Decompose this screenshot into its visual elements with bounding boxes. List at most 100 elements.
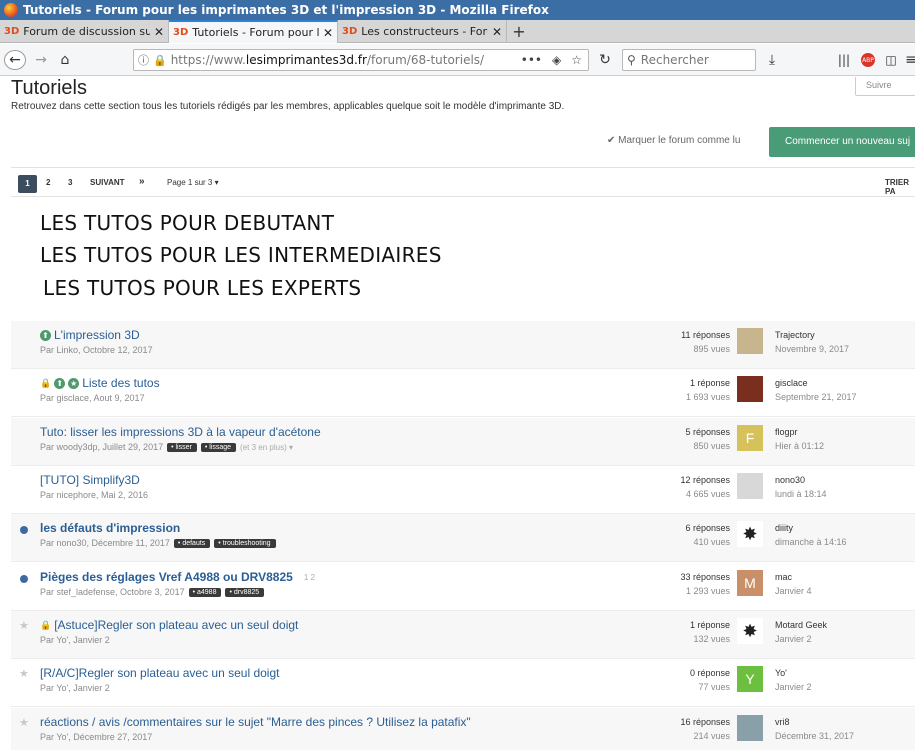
topic-title-link[interactable]: les défauts d'impression <box>40 521 180 535</box>
follow-button[interactable]: Suivre <box>855 77 915 96</box>
close-tab-icon[interactable]: ✕ <box>154 25 164 39</box>
close-tab-icon[interactable]: ✕ <box>323 26 333 40</box>
tab-forum-discussion[interactable]: 3D Forum de discussion sur ✕ <box>0 20 169 43</box>
topic-title-link[interactable]: ⬆ L'impression 3D <box>40 328 140 342</box>
last-post-date[interactable]: Janvier 2 <box>775 632 827 646</box>
tab-constructeurs[interactable]: 3D Les constructeurs - Foru ✕ <box>338 20 507 43</box>
topic-row[interactable]: les défauts d'impression Par nono30, Déce… <box>11 514 915 562</box>
menu-icon[interactable]: ≡ <box>905 50 915 70</box>
avatar[interactable] <box>737 473 763 499</box>
topic-stats: 1 réponse 1 693 vues <box>686 376 730 404</box>
topic-title-link[interactable]: 🔒 [Astuce]Regler son plateau avec un seul… <box>40 618 298 632</box>
avatar[interactable]: F <box>737 425 763 451</box>
page-1-current[interactable]: 1 <box>18 175 37 193</box>
last-poster-name[interactable]: nono30 <box>775 473 827 487</box>
topic-tag[interactable]: defauts <box>173 538 211 548</box>
topic-page-links[interactable]: 1 2 <box>304 573 315 582</box>
bookmark-star-icon[interactable]: ☆ <box>571 53 582 67</box>
last-poster-name[interactable]: Motard Geek <box>775 618 827 632</box>
url-scheme: https://www. <box>170 53 246 67</box>
topic-title-link[interactable]: réactions / avis /commentaires sur le su… <box>40 715 471 729</box>
topic-row[interactable]: [TUTO] Simplify3D Par nicephore, Mai 2, 2… <box>11 466 915 514</box>
avatar[interactable]: M <box>737 570 763 596</box>
next-page-link[interactable]: SUIVANT <box>90 178 125 187</box>
topic-title-link[interactable]: 🔒 ⬆ ★ Liste des tutos <box>40 376 160 390</box>
last-post-date[interactable]: Hier à 01:12 <box>775 439 824 453</box>
avatar[interactable] <box>737 715 763 741</box>
last-poster-name[interactable]: vri8 <box>775 715 854 729</box>
avatar[interactable] <box>737 328 763 354</box>
last-post-date[interactable]: Novembre 9, 2017 <box>775 342 849 356</box>
last-poster-name[interactable]: Yo' <box>775 666 812 680</box>
overlay-line-expert: LES TUTOS POUR LES EXPERTS <box>43 276 362 300</box>
site-info-icon[interactable]: ⓘ <box>138 52 149 68</box>
topic-row[interactable]: 🔒 ⬆ ★ Liste des tutos Par gisclace, Aout 9, … <box>11 369 915 417</box>
topic-title-link[interactable]: [TUTO] Simplify3D <box>40 473 140 487</box>
topic-title-link[interactable]: [R/A/C]Regler son plateau avec un seul d… <box>40 666 279 680</box>
page-actions-icon[interactable]: ••• <box>521 53 542 67</box>
reply-count: 5 réponses <box>685 427 730 437</box>
page-2-link[interactable]: 2 <box>46 178 50 187</box>
forward-icon[interactable]: → <box>32 50 50 70</box>
view-count: 132 vues <box>693 634 730 644</box>
new-tab-icon[interactable]: + <box>507 20 531 42</box>
search-box[interactable]: ⚲ Rechercher <box>622 49 756 71</box>
avatar[interactable]: ✸ <box>737 521 763 547</box>
topic-tag[interactable]: lissage <box>200 442 237 452</box>
view-count: 1 293 vues <box>685 586 730 596</box>
avatar[interactable] <box>737 376 763 402</box>
star-icon[interactable]: ★ <box>19 716 29 729</box>
topic-tag[interactable]: lisser <box>167 442 197 452</box>
topic-row[interactable]: ★ [R/A/C]Regler son plateau avec un seul … <box>11 659 915 707</box>
last-poster-name[interactable]: flogpr <box>775 425 824 439</box>
close-tab-icon[interactable]: ✕ <box>492 25 502 39</box>
star-icon[interactable]: ★ <box>19 667 29 680</box>
topic-row[interactable]: ★ réactions / avis /commentaires sur le s… <box>11 708 915 750</box>
page-3-link[interactable]: 3 <box>68 178 72 187</box>
star-icon[interactable]: ★ <box>19 619 29 632</box>
last-post-date[interactable]: lundi à 18:14 <box>775 487 827 501</box>
page-jump-dropdown[interactable]: Page 1 sur 3 ▾ <box>167 178 219 187</box>
back-icon[interactable]: ← <box>4 50 26 70</box>
last-post-date[interactable]: Septembre 21, 2017 <box>775 390 857 404</box>
avatar[interactable]: ✸ <box>737 618 763 644</box>
last-post-date[interactable]: Janvier 2 <box>775 680 812 694</box>
last-post-date[interactable]: Décembre 31, 2017 <box>775 729 854 743</box>
sidebar-icon[interactable]: ◫ <box>884 50 898 70</box>
topic-title-link[interactable]: Pièges des réglages Vref A4988 ou DRV882… <box>40 570 315 584</box>
topic-stats: 33 réponses 1 293 vues <box>680 570 730 598</box>
new-topic-button[interactable]: Commencer un nouveau suj <box>769 127 915 157</box>
last-poster-name[interactable]: Trajectory <box>775 328 849 342</box>
mark-read-link[interactable]: ✔ Marquer le forum comme lu <box>607 135 740 146</box>
pinned-icon: ⬆ <box>40 329 51 341</box>
downloads-icon[interactable]: ⤓ <box>764 50 780 70</box>
avatar[interactable]: Y <box>737 666 763 692</box>
library-icon[interactable]: ||| <box>836 50 852 70</box>
last-poster-name[interactable]: gisclace <box>775 376 857 390</box>
more-tags-link[interactable]: (et 3 en plus) ▾ <box>240 443 293 452</box>
tab-tutoriels[interactable]: 3D Tutoriels - Forum pour le ✕ <box>169 20 338 43</box>
topic-row[interactable]: ★ 🔒 [Astuce]Regler son plateau avec un seu… <box>11 611 915 659</box>
last-poster-name[interactable]: mac <box>775 570 812 584</box>
topic-tag[interactable]: troubleshooting <box>214 538 276 548</box>
url-bar[interactable]: ⓘ 🔒 https://www. lesimprimantes3d.fr/foru… <box>133 49 589 71</box>
topic-author-date: Par Linko, Octobre 12, 2017 <box>40 345 153 355</box>
topic-stats: 5 réponses 850 vues <box>685 425 730 453</box>
home-icon[interactable]: ⌂ <box>56 50 74 70</box>
topic-row[interactable]: Tuto: lisser les impressions 3D à la vap… <box>11 418 915 466</box>
pocket-icon[interactable]: ◈ <box>552 53 561 67</box>
last-page-link[interactable]: » <box>139 176 145 187</box>
topic-tag[interactable]: a4988 <box>188 587 222 597</box>
topic-row[interactable]: ⬆ L'impression 3D Par Linko, Octobre 12, 2… <box>11 321 915 369</box>
adblock-icon[interactable]: ABP <box>861 53 875 67</box>
topic-title-link[interactable]: Tuto: lisser les impressions 3D à la vap… <box>40 425 321 439</box>
topic-row[interactable]: Pièges des réglages Vref A4988 ou DRV882… <box>11 563 915 611</box>
reload-icon[interactable]: ↻ <box>596 50 614 70</box>
last-post-date[interactable]: Janvier 4 <box>775 584 812 598</box>
topic-tag[interactable]: drv8825 <box>225 587 265 597</box>
last-poster: mac Janvier 4 <box>775 570 812 598</box>
last-poster-name[interactable]: diiity <box>775 521 847 535</box>
page-content: Tutoriels Retrouvez dans cette section t… <box>0 77 915 750</box>
last-post-date[interactable]: dimanche à 14:16 <box>775 535 847 549</box>
sort-by-menu[interactable]: TRIER PA <box>885 178 915 196</box>
